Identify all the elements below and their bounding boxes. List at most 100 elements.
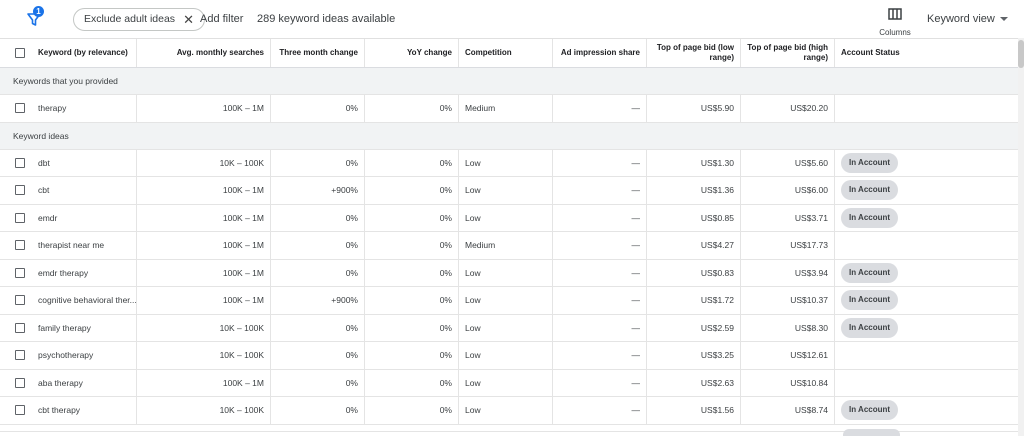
in-account-badge[interactable]: In Account	[841, 207, 899, 228]
section-label: Keywords that you provided	[13, 76, 118, 86]
bid-high-cell: US$10.37	[741, 287, 835, 314]
row-checkbox[interactable]	[15, 350, 25, 361]
keyword-cell[interactable]: cbt therapy	[32, 397, 137, 424]
keyword-ideas-count: 289 keyword ideas available	[257, 13, 396, 25]
select-all-checkbox[interactable]	[15, 48, 25, 58]
column-header-keyword[interactable]: Keyword (by relevance)	[32, 39, 137, 67]
vertical-scrollbar[interactable]	[1018, 38, 1024, 436]
table-row[interactable]: therapist near me 100K – 1M 0% 0% Medium — US$…	[0, 232, 1018, 260]
ad-impression-share-cell: —	[553, 259, 647, 286]
table-row[interactable]: cognitive behavioral ther... 100K – 1M +90…	[0, 287, 1018, 315]
keyword-cell[interactable]: therapist near me	[32, 232, 137, 259]
column-header-ad-impression-share[interactable]: Ad impression share	[553, 39, 647, 67]
yoy-change-cell: 0%	[365, 259, 459, 286]
row-checkbox[interactable]	[15, 157, 25, 168]
column-header-yoy-change[interactable]: YoY change	[365, 39, 459, 67]
yoy-change-cell: 0%	[365, 342, 459, 369]
table-header-row: Keyword (by relevance) Avg. monthly sear…	[0, 38, 1018, 68]
column-header-bid-high[interactable]: Top of page bid (high range)	[741, 39, 835, 67]
bid-high-cell: US$5.60	[741, 149, 835, 176]
keyword-cell[interactable]: cbt	[32, 177, 137, 204]
row-checkbox[interactable]	[15, 267, 25, 278]
keyword-view-dropdown[interactable]: Keyword view	[927, 13, 1008, 25]
bid-low-cell: US$1.36	[647, 177, 741, 204]
add-filter-button[interactable]: Add filter	[200, 13, 243, 25]
table-row[interactable]: psychotherapy 10K – 100K 0% 0% Low — US$3.25 US…	[0, 342, 1018, 370]
in-account-badge[interactable]: In Account	[841, 317, 899, 338]
row-checkbox[interactable]	[15, 405, 25, 416]
row-checkbox[interactable]	[15, 212, 25, 223]
keyword-cell[interactable]: family therapy	[32, 314, 137, 341]
avg-monthly-searches-cell: 10K – 100K	[137, 342, 271, 369]
bid-low-cell: US$1.30	[647, 149, 741, 176]
three-month-change-cell: 0%	[271, 232, 365, 259]
three-month-change-cell: 0%	[271, 259, 365, 286]
row-checkbox[interactable]	[15, 322, 25, 333]
bid-low-cell: US$5.90	[647, 95, 741, 122]
close-icon[interactable]: ✕	[183, 9, 194, 30]
in-account-badge[interactable]: In Account	[841, 400, 899, 421]
table-row[interactable]: emdr 100K – 1M 0% 0% Low — US$0.85 US$3.71 In Ac…	[0, 204, 1018, 232]
column-header-bid-low[interactable]: Top of page bid (low range)	[647, 39, 741, 67]
table-row[interactable]: family therapy 10K – 100K 0% 0% Low — US$2.59 U…	[0, 314, 1018, 342]
column-header-avg-monthly-searches[interactable]: Avg. monthly searches	[137, 39, 271, 67]
bid-high-cell: US$3.94	[741, 259, 835, 286]
bid-low-cell: US$2.63	[647, 369, 741, 396]
three-month-change-cell: 0%	[271, 204, 365, 231]
table-row[interactable]: cbt 100K – 1M +900% 0% Low — US$1.36 US$6.00 In …	[0, 177, 1018, 205]
table-row[interactable]: cbt therapy 10K – 100K 0% 0% Low — US$1.56 US$8…	[0, 397, 1018, 425]
in-account-badge[interactable]: In Account	[841, 290, 899, 311]
scrollbar-thumb[interactable]	[1018, 40, 1024, 68]
account-status-cell: In Account	[835, 287, 1018, 314]
row-checkbox[interactable]	[15, 103, 25, 114]
column-header-account-status[interactable]: Account Status	[835, 39, 1018, 67]
columns-button[interactable]: Columns	[876, 7, 914, 37]
keyword-cell[interactable]: aba therapy	[32, 369, 137, 396]
column-header-three-month-change[interactable]: Three month change	[271, 39, 365, 67]
in-account-badge[interactable]: In Account	[841, 262, 899, 283]
ad-impression-share-cell: —	[553, 149, 647, 176]
bid-high-cell: US$10.84	[741, 369, 835, 396]
table-row[interactable]: therapy 100K – 1M 0% 0% Medium — US$5.90 US$20.…	[0, 95, 1018, 123]
table-row[interactable]: dbt 10K – 100K 0% 0% Low — US$1.30 US$5.60 In Ac…	[0, 149, 1018, 177]
competition-cell: Low	[459, 314, 553, 341]
in-account-badge[interactable]: In Account	[841, 152, 899, 173]
avg-monthly-searches-cell: 100K – 1M	[137, 369, 271, 396]
competition-cell: Low	[459, 287, 553, 314]
row-checkbox[interactable]	[15, 185, 25, 196]
section-label: Keyword ideas	[13, 130, 69, 141]
row-checkbox[interactable]	[15, 240, 25, 251]
bid-low-cell: US$0.83	[647, 259, 741, 286]
provided-keywords-body: therapy 100K – 1M 0% 0% Medium — US$5.90 US$20.…	[0, 95, 1018, 123]
bid-high-cell: US$8.30	[741, 314, 835, 341]
column-header-competition[interactable]: Competition	[459, 39, 553, 67]
bid-high-cell: US$12.61	[741, 342, 835, 369]
table-row[interactable]: aba therapy 100K – 1M 0% 0% Low — US$2.63 US$10…	[0, 369, 1018, 397]
keyword-cell[interactable]: dbt	[32, 149, 137, 176]
keyword-cell[interactable]: therapy	[32, 95, 137, 122]
avg-monthly-searches-cell: 100K – 1M	[137, 95, 271, 122]
bid-low-cell: US$4.27	[647, 232, 741, 259]
keyword-cell[interactable]: emdr therapy	[32, 259, 137, 286]
row-checkbox[interactable]	[15, 377, 25, 388]
competition-cell: Low	[459, 177, 553, 204]
section-header-provided: Keywords that you provided	[0, 68, 1018, 95]
three-month-change-cell: 0%	[271, 397, 365, 424]
account-status-cell: In Account	[835, 205, 1018, 232]
keyword-view-label: Keyword view	[927, 13, 995, 25]
yoy-change-cell: 0%	[365, 149, 459, 176]
ad-impression-share-cell: —	[553, 397, 647, 424]
row-checkbox[interactable]	[15, 295, 25, 306]
avg-monthly-searches-cell: 100K – 1M	[137, 204, 271, 231]
keyword-cell[interactable]: cognitive behavioral ther...	[32, 287, 137, 314]
keyword-cell[interactable]: psychotherapy	[32, 342, 137, 369]
filter-chip-label: Exclude adult ideas	[84, 13, 176, 25]
competition-cell: Low	[459, 342, 553, 369]
table-row[interactable]: emdr therapy 100K – 1M 0% 0% Low — US$0.83 US$3…	[0, 259, 1018, 287]
bid-high-cell: US$3.71	[741, 204, 835, 231]
three-month-change-cell: 0%	[271, 342, 365, 369]
keyword-cell[interactable]: emdr	[32, 204, 137, 231]
account-status-cell	[835, 95, 1018, 122]
filter-chip-exclude-adult[interactable]: Exclude adult ideas ✕	[73, 8, 205, 31]
in-account-badge[interactable]: In Account	[841, 180, 899, 201]
